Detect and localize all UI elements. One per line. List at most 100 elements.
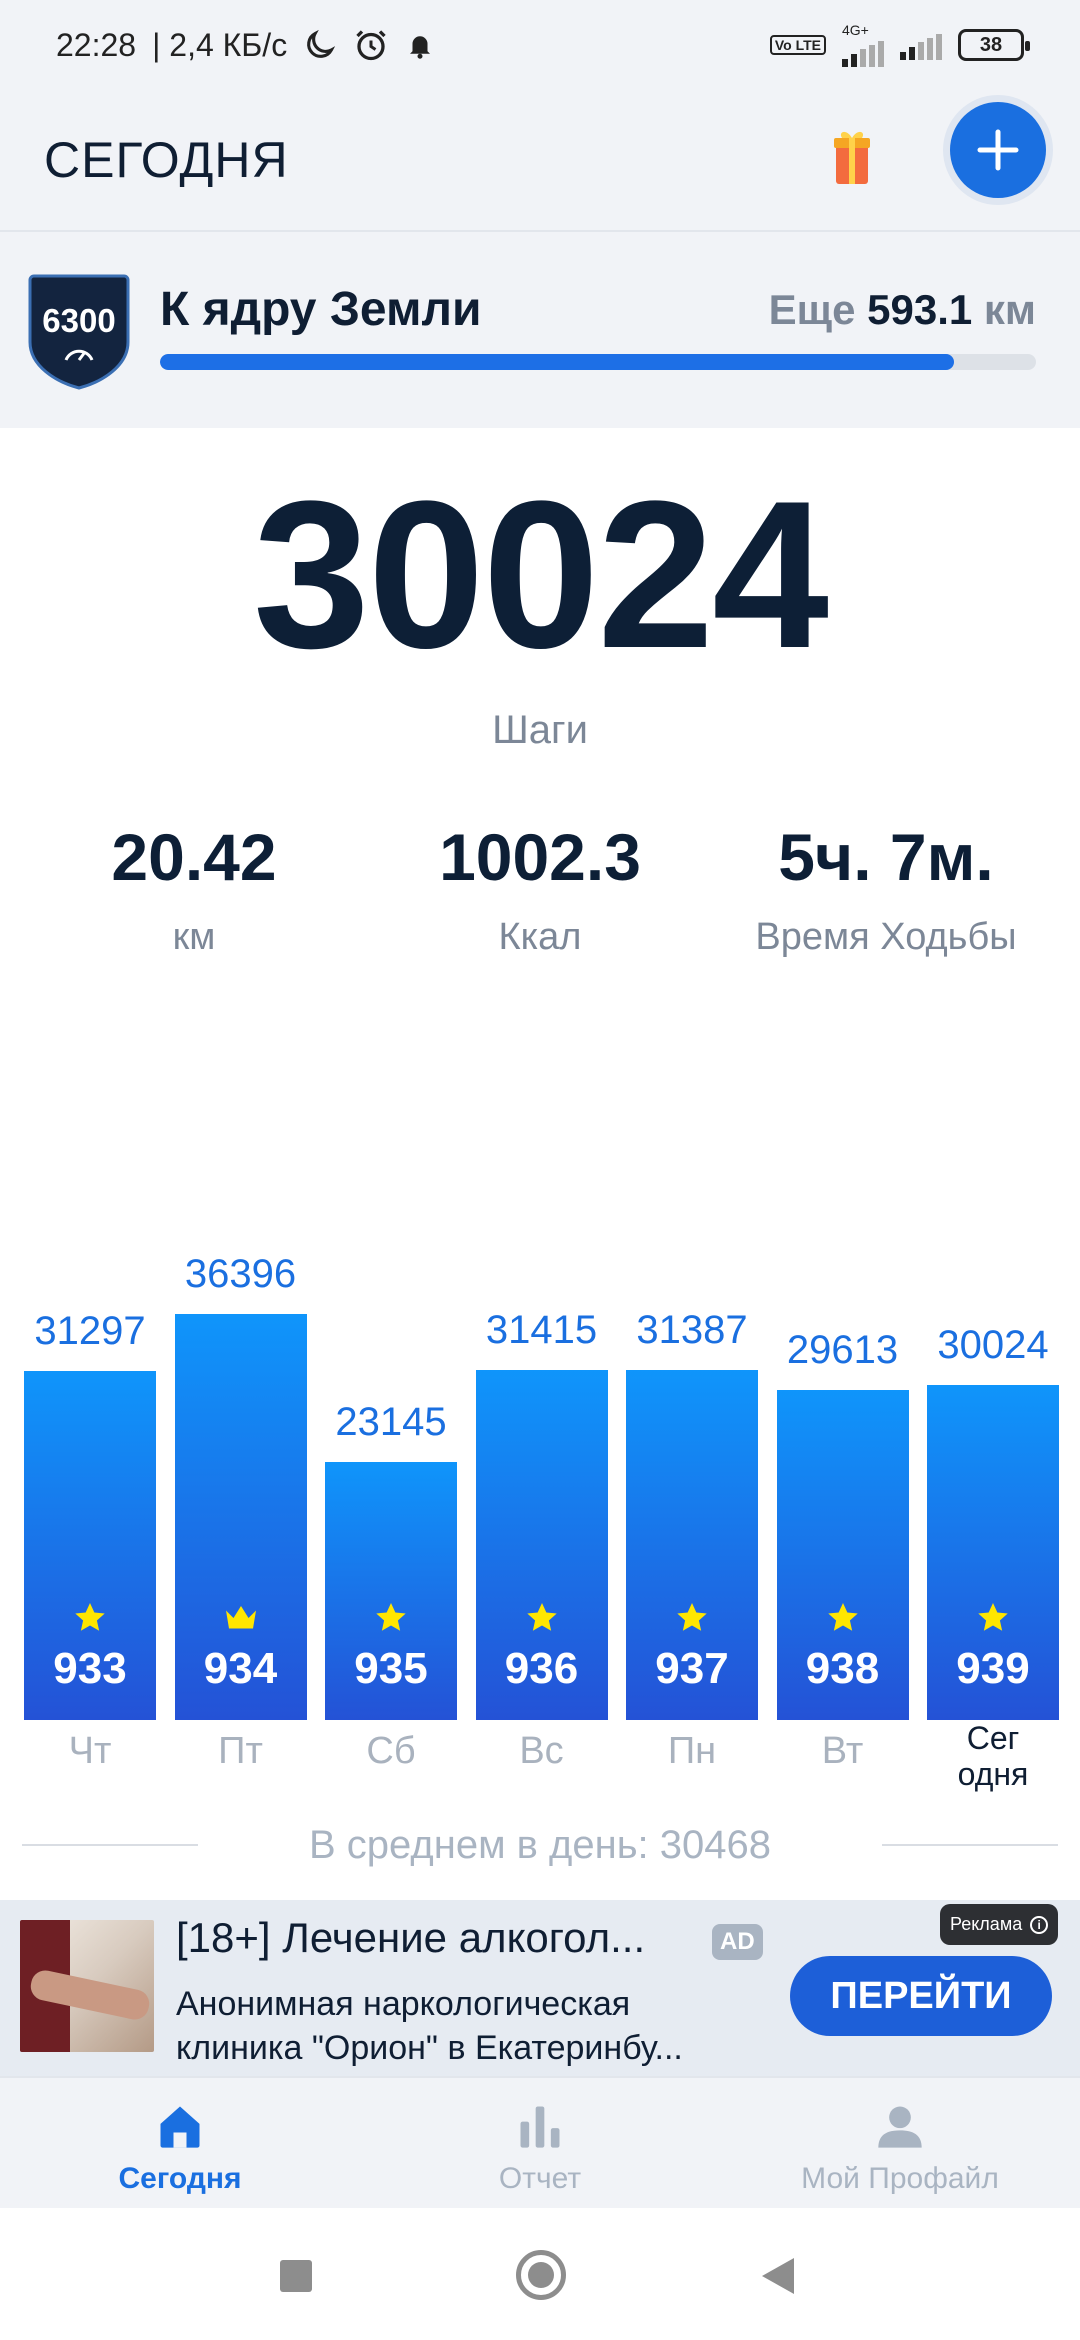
ad-description[interactable]: Анонимная наркологическая клиника "Орион… <box>176 1982 683 2070</box>
steps-count: 30024 <box>253 457 829 692</box>
home-button[interactable] <box>516 2250 566 2300</box>
bottom-navigation: Сегодня Отчет Мой Профайл <box>0 2076 1080 2208</box>
chart-bar-value-label: 30024 <box>937 1323 1049 1367</box>
chart-bar-day-number: 933 <box>53 1644 127 1693</box>
home-icon <box>160 2106 200 2148</box>
walk-time-stat: 5ч. 7м. Время Ходьбы <box>706 824 1066 959</box>
gift-icon[interactable] <box>832 124 872 186</box>
goal-badge: 6300 <box>26 272 132 390</box>
calories-value: 1002.3 <box>439 820 641 894</box>
chart-tick-label: Сб <box>366 1730 416 1772</box>
chart-bar-column[interactable]: 29613 938 Вт <box>776 1030 909 1800</box>
back-button[interactable] <box>762 2258 794 2294</box>
chart-bar-value-label: 23145 <box>335 1400 447 1444</box>
divider <box>882 1844 1058 1846</box>
ad-cta-button[interactable]: ПЕРЕЙТИ <box>790 1956 1052 2036</box>
ad-description-line-1: Анонимная наркологическая <box>176 1985 631 2023</box>
nav-item-label: Сегодня <box>118 2162 242 2195</box>
status-bar-right: Vo LTE 4G+ 38 <box>769 23 1030 67</box>
battery-level: 38 <box>979 33 1003 56</box>
volte-icon: Vo LTE <box>769 35 826 55</box>
chart-bar-column[interactable]: 36396 934 Пт <box>174 1030 307 1800</box>
goal-title: К ядру Земли <box>160 283 482 336</box>
daily-average: В среднем в день: 30468 <box>0 1820 1080 1870</box>
nav-item-report[interactable]: Отчет <box>360 2078 720 2210</box>
system-navigation <box>0 2208 1080 2340</box>
battery-icon: 38 <box>958 29 1030 61</box>
page-title: СЕГОДНЯ <box>44 132 289 188</box>
add-button[interactable] <box>950 102 1046 198</box>
info-icon: i <box>1030 1915 1049 1934</box>
star-icon <box>371 1600 411 1636</box>
chart-bar-column[interactable]: 31387 937 Пн <box>626 1030 758 1800</box>
chart-bar-column[interactable]: 23145 935 Сб <box>325 1030 457 1800</box>
signal-icon: 4G+ <box>842 23 884 67</box>
status-time: 22:28 <box>56 26 137 63</box>
star-icon <box>823 1600 863 1636</box>
ad-label-text: Реклама <box>950 1914 1023 1934</box>
distance-unit: км <box>172 916 216 958</box>
chart-bar-column[interactable]: 31297 933 Чт <box>24 1030 156 1800</box>
status-bar-left: 22:28 | 2,4 КБ/с <box>56 27 435 64</box>
goal-remaining: Еще 593.1 км <box>769 286 1036 334</box>
network-type: 4G+ <box>842 22 869 38</box>
calories-stat: 1002.3 Ккал <box>360 824 720 959</box>
status-bar: 22:28 | 2,4 КБ/с Vo LTE 4G+ 38 <box>0 0 1080 90</box>
goal-progress-fill <box>160 354 954 370</box>
bell-icon <box>410 36 431 59</box>
nav-item-label: Мой Профайл <box>801 2162 999 2195</box>
chart-bar-value-label: 31297 <box>34 1309 146 1353</box>
nav-item-profile[interactable]: Мой Профайл <box>720 2078 1080 2210</box>
ad-tag: AD <box>712 1924 763 1960</box>
goal-card[interactable]: 6300 К ядру Земли Еще 593.1 км <box>0 232 1080 428</box>
star-icon <box>522 1600 562 1636</box>
ad-title[interactable]: [18+] Лечение алкогол... <box>176 1914 645 1962</box>
chart-bar-value-label: 31387 <box>636 1308 748 1352</box>
chart-bar-column[interactable]: 31415 936 Вс <box>475 1030 608 1800</box>
goal-remaining-prefix: Еще <box>768 286 856 333</box>
calories-unit: Ккал <box>498 916 582 958</box>
plus-icon <box>977 129 1019 171</box>
moon-icon <box>307 29 336 58</box>
goal-remaining-value: 593.1 <box>867 286 973 333</box>
nav-item-label: Отчет <box>498 2162 582 2195</box>
daily-average-text: В среднем в день: 30468 <box>308 1822 772 1867</box>
steps-label: Шаги <box>492 708 588 752</box>
star-icon <box>672 1600 712 1636</box>
nav-item-today[interactable]: Сегодня <box>0 2078 360 2210</box>
chart-tick-label: Вс <box>519 1730 564 1772</box>
status-network-speed: | 2,4 КБ/с <box>152 26 288 63</box>
divider <box>22 1844 198 1846</box>
chart-bar-day-number: 938 <box>805 1644 880 1693</box>
chart-bar-day-number: 936 <box>504 1644 579 1693</box>
ad-thumbnail[interactable] <box>20 1920 154 2052</box>
alarm-icon <box>356 30 386 61</box>
ad-description-line-2: клиника "Орион" в Екатеринбу... <box>176 2029 683 2067</box>
ad-label[interactable]: Реклама i <box>940 1904 1059 1945</box>
chart-tick-label: Вт <box>821 1730 864 1772</box>
signal-2-icon <box>900 30 942 60</box>
weekly-steps-chart: 31297 933 Чт 36396 934 Пт 23145 935 Сб 31415 936 Вс… <box>0 1030 1080 1800</box>
chart-tick-label: Сег одня <box>957 1720 1029 1792</box>
crown-icon <box>221 1600 261 1636</box>
goal-badge-number: 6300 <box>42 302 116 339</box>
chart-tick-label: Пт <box>218 1730 263 1772</box>
chart-bar-value-label: 36396 <box>184 1252 297 1296</box>
chart-bar-column[interactable]: 30024 939 Сег одня <box>927 1030 1059 1800</box>
app-header: СЕГОДНЯ <box>0 90 1080 232</box>
profile-icon <box>878 2106 922 2148</box>
chart-bar-day-number: 935 <box>354 1644 428 1693</box>
chart-tick-label: Пн <box>667 1730 717 1772</box>
star-icon <box>70 1600 110 1636</box>
chart-bar-day-number: 937 <box>655 1644 729 1693</box>
chart-bar-day-number: 934 <box>203 1644 278 1693</box>
recent-apps-button[interactable] <box>280 2260 312 2292</box>
chart-bar-day-number: 939 <box>956 1644 1030 1693</box>
bar-chart-icon <box>520 2106 560 2148</box>
ad-banner[interactable]: [18+] Лечение алкогол... AD Анонимная на… <box>0 1900 1080 2076</box>
walk-time-value: 5ч. 7м. <box>778 820 994 894</box>
goal-progress-bar <box>160 354 1036 370</box>
distance-stat: 20.42 км <box>14 824 374 959</box>
chart-tick-label: Чт <box>68 1730 112 1772</box>
distance-value: 20.42 <box>111 820 277 894</box>
